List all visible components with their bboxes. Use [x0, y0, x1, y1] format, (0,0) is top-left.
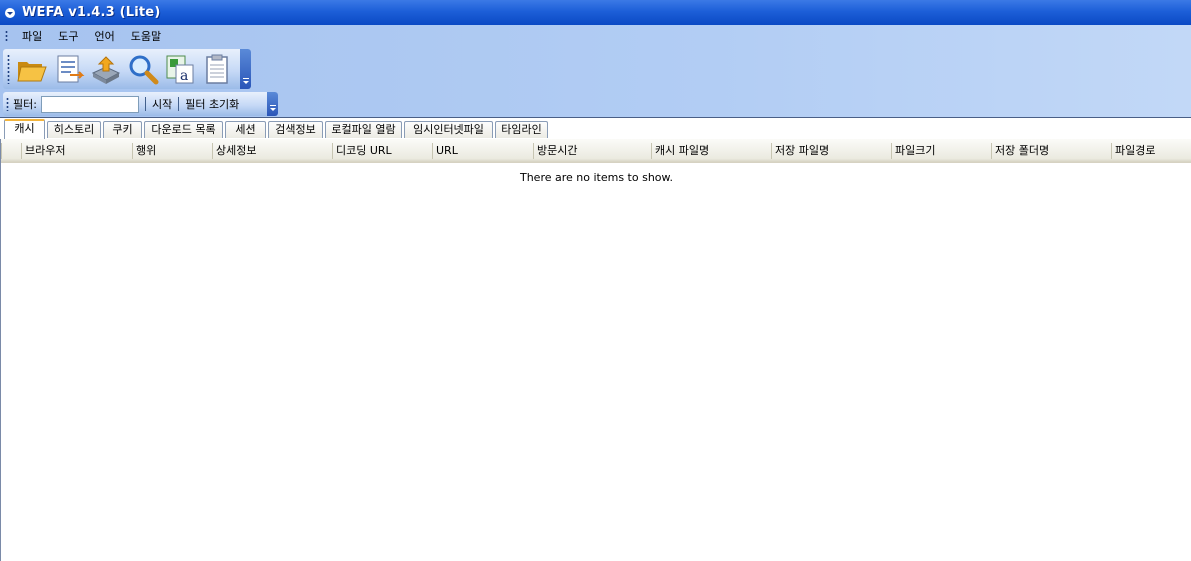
empty-list-message: There are no items to show.: [519, 171, 674, 184]
separator: [144, 97, 146, 111]
menubar-grip[interactable]: [5, 30, 8, 42]
title-bar[interactable]: WEFA v1.4.3 (Lite): [0, 0, 1191, 25]
column-header-action[interactable]: 행위: [132, 139, 212, 162]
toolbar-overflow-button[interactable]: [240, 49, 251, 89]
column-header-file-path[interactable]: 파일경로: [1111, 139, 1191, 162]
filterbar-overflow-button[interactable]: [267, 92, 278, 116]
tab-strip: 캐시 히스토리 쿠키 다운로드 목록 세션 검색정보 로컬파일 열람 임시인터넷…: [0, 117, 1191, 139]
column-header-details[interactable]: 상세정보: [212, 139, 332, 162]
app-icon[interactable]: [4, 7, 16, 19]
menu-tools[interactable]: 도구: [50, 28, 86, 44]
column-header-spacer: [1, 139, 21, 162]
tab-session[interactable]: 세션: [225, 121, 266, 138]
cache-list-view[interactable]: 브라우저 행위 상세정보 디코딩 URL URL 방문시간 캐시 파일명 저장 …: [0, 139, 1191, 561]
column-header-browser[interactable]: 브라우저: [21, 139, 132, 162]
export-icon: [91, 56, 121, 84]
filter-input[interactable]: [40, 95, 139, 113]
main-toolbar: a: [3, 49, 251, 89]
open-folder-icon: [17, 62, 47, 82]
search-button[interactable]: [125, 51, 161, 87]
separator: [178, 97, 180, 111]
column-header-cache-filename[interactable]: 캐시 파일명: [651, 139, 771, 162]
start-button[interactable]: 시작: [152, 96, 172, 112]
tab-history[interactable]: 히스토리: [47, 121, 101, 138]
menu-file[interactable]: 파일: [14, 28, 50, 44]
menu-language[interactable]: 언어: [87, 28, 123, 44]
tab-temp-internet-files[interactable]: 임시인터넷파일: [404, 121, 493, 138]
search-icon: [129, 55, 159, 85]
tab-search-info[interactable]: 검색정보: [268, 121, 323, 138]
column-header-file-size[interactable]: 파일크기: [891, 139, 991, 162]
notepad-button[interactable]: [199, 51, 235, 87]
tab-local-files[interactable]: 로컬파일 열람: [325, 121, 402, 138]
tab-cookies[interactable]: 쿠키: [103, 121, 142, 138]
text-file-button[interactable]: a: [162, 51, 198, 87]
window-title: WEFA v1.4.3 (Lite): [22, 5, 161, 20]
tab-timeline[interactable]: 타임라인: [495, 121, 548, 138]
filter-label: 필터:: [13, 98, 37, 111]
column-header-url[interactable]: URL: [432, 139, 533, 162]
tab-cache[interactable]: 캐시: [4, 119, 45, 139]
svg-text:a: a: [180, 68, 188, 84]
toolbar-grip[interactable]: [7, 54, 10, 84]
notepad-icon: [206, 54, 228, 84]
reset-filter-button[interactable]: 필터 초기화: [185, 96, 239, 112]
menu-help[interactable]: 도움말: [123, 28, 169, 44]
column-header-save-folder[interactable]: 저장 폴더명: [991, 139, 1111, 162]
report-button[interactable]: [51, 51, 87, 87]
column-header-visit-time[interactable]: 방문시간: [533, 139, 651, 162]
text-file-icon: a: [166, 55, 194, 84]
export-button[interactable]: [88, 51, 124, 87]
filterbar-grip[interactable]: [6, 97, 9, 111]
column-header-saved-filename[interactable]: 저장 파일명: [771, 139, 891, 162]
report-icon: [57, 55, 85, 83]
filter-toolbar: 필터: 시작 필터 초기화: [3, 92, 278, 116]
list-header: 브라우저 행위 상세정보 디코딩 URL URL 방문시간 캐시 파일명 저장 …: [1, 139, 1191, 163]
open-button[interactable]: [14, 51, 50, 87]
column-header-decoded-url[interactable]: 디코딩 URL: [332, 139, 432, 162]
tab-downloads[interactable]: 다운로드 목록: [144, 121, 223, 138]
menu-bar: 파일 도구 언어 도움말: [0, 25, 1191, 47]
